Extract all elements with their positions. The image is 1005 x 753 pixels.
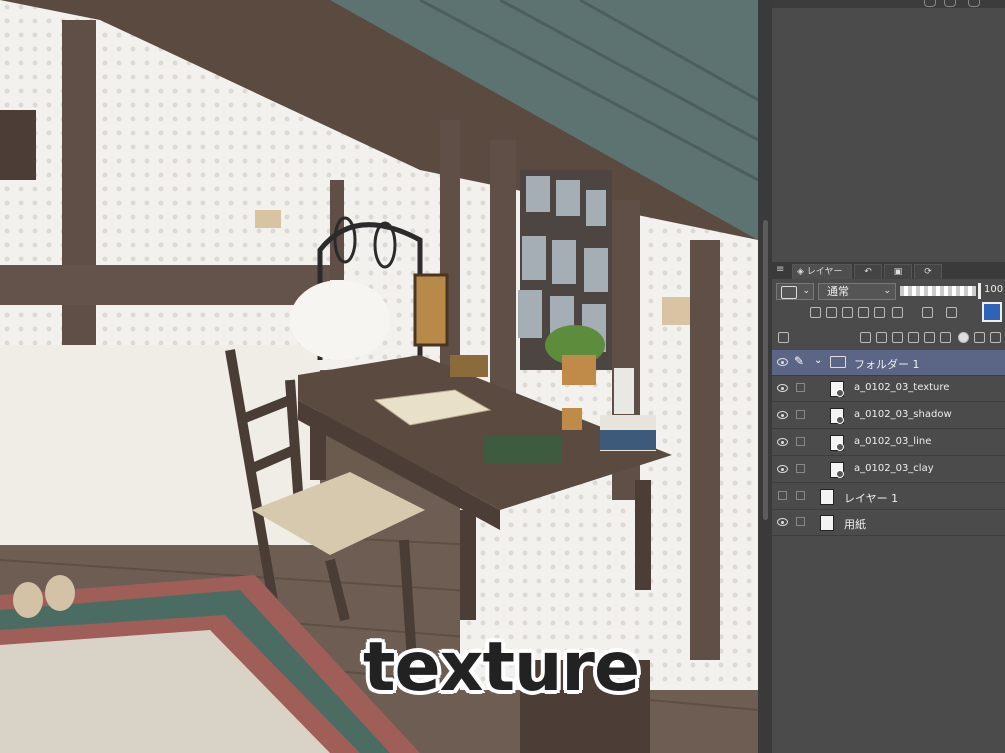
layer-row-clay[interactable]: a_0102_03_clay xyxy=(772,457,1005,483)
draft-icon[interactable] xyxy=(842,307,853,318)
new-folder-icon[interactable] xyxy=(892,332,903,343)
paper-thumbnail xyxy=(820,515,834,531)
visibility-box[interactable] xyxy=(778,491,787,500)
eye-icon[interactable] xyxy=(777,518,788,526)
transfer-down-icon[interactable] xyxy=(908,332,919,343)
folder-icon xyxy=(830,356,846,368)
eye-icon[interactable] xyxy=(777,384,788,392)
eye-icon[interactable] xyxy=(777,411,788,419)
delete-icon[interactable] xyxy=(990,332,1001,343)
apply-mask-icon[interactable] xyxy=(974,332,985,343)
chevron-down-icon: ⌄ xyxy=(802,286,810,296)
layer-row-shadow[interactable]: a_0102_03_shadow xyxy=(772,403,1005,429)
dots-icon[interactable] xyxy=(944,0,956,7)
sub-view-icon: ⟳ xyxy=(924,267,932,277)
new-vector-icon[interactable] xyxy=(876,332,887,343)
caption-text: texture xyxy=(363,628,640,707)
layer-row-texture[interactable]: a_0102_03_texture xyxy=(772,376,1005,402)
ref-layer-icon[interactable] xyxy=(826,307,837,318)
panel-tabbar: ≡ ◈ レイヤー ↶ ▣ ⟳ xyxy=(772,262,1005,279)
layer-panel: ≡ ◈ レイヤー ↶ ▣ ⟳ ⌄ 通常 ⌄ 100 ✎ ⌄ フォルダー 1 a_… xyxy=(772,0,1005,753)
merge-icon[interactable] xyxy=(924,332,935,343)
layer-row-folder[interactable]: ✎ ⌄ フォルダー 1 xyxy=(772,350,1005,376)
blend-mode-select[interactable]: 通常 ⌄ xyxy=(818,283,896,300)
tab-history[interactable]: ↶ xyxy=(854,264,882,279)
chevron-down-icon[interactable]: ⌄ xyxy=(814,355,822,366)
tab-layers[interactable]: ◈ レイヤー xyxy=(792,264,852,279)
opacity-slider[interactable] xyxy=(900,286,976,296)
edit-target-box[interactable] xyxy=(796,437,805,446)
lock-icon[interactable] xyxy=(858,307,869,318)
new-raster-icon[interactable] xyxy=(860,332,871,343)
color-layer-icon[interactable] xyxy=(946,307,957,318)
edit-target-box[interactable] xyxy=(796,491,805,500)
copy-layer-icon[interactable] xyxy=(940,332,951,343)
menu-icon[interactable]: ≡ xyxy=(776,264,784,275)
layers-icon: ◈ xyxy=(797,267,804,277)
circle-icon[interactable] xyxy=(924,0,936,7)
opacity-value[interactable]: 100 xyxy=(984,284,1003,295)
edit-target-box[interactable] xyxy=(796,383,805,392)
opacity-handle[interactable] xyxy=(978,283,981,299)
chevron-down-icon: ⌄ xyxy=(883,286,891,296)
layer-thumbnail xyxy=(830,435,844,451)
edit-target-box[interactable] xyxy=(796,464,805,473)
eye-icon[interactable] xyxy=(777,358,788,366)
mask-icon[interactable] xyxy=(892,307,903,318)
drawing-canvas[interactable]: texture xyxy=(0,0,758,753)
history-icon: ↶ xyxy=(864,267,872,277)
layer-thumbnail xyxy=(830,381,844,397)
scroll-thumb[interactable] xyxy=(763,220,768,520)
color-select[interactable]: ⌄ xyxy=(776,283,814,300)
edit-target-box[interactable] xyxy=(796,517,805,526)
layer-thumbnail xyxy=(830,408,844,424)
layer-row-line[interactable]: a_0102_03_line xyxy=(772,430,1005,456)
layer-row-layer1[interactable]: レイヤー 1 xyxy=(772,484,1005,510)
copy-icon[interactable] xyxy=(968,0,980,7)
top-toolbar-strip xyxy=(772,0,1005,8)
pencil-icon: ✎ xyxy=(794,354,805,368)
ruler-icon[interactable] xyxy=(922,307,933,318)
navigator-icon: ▣ xyxy=(893,267,903,277)
layer-color-swatch[interactable] xyxy=(982,302,1002,322)
eye-icon[interactable] xyxy=(777,438,788,446)
layer-properties-bar: ⌄ 通常 ⌄ 100 xyxy=(772,280,1005,350)
layer-mask-icon[interactable] xyxy=(958,332,969,343)
tab-sub-view[interactable]: ⟳ xyxy=(914,264,942,279)
lock-transparent-icon[interactable] xyxy=(874,307,885,318)
layer-thumbnail xyxy=(820,489,834,505)
edit-target-box[interactable] xyxy=(796,410,805,419)
layer-row-paper[interactable]: 用紙 xyxy=(772,510,1005,536)
panel-options-icon[interactable] xyxy=(778,332,789,343)
layer-thumbnail xyxy=(830,462,844,478)
tab-navigator[interactable]: ▣ xyxy=(884,264,912,279)
eye-icon[interactable] xyxy=(777,465,788,473)
clip-icon[interactable] xyxy=(810,307,821,318)
